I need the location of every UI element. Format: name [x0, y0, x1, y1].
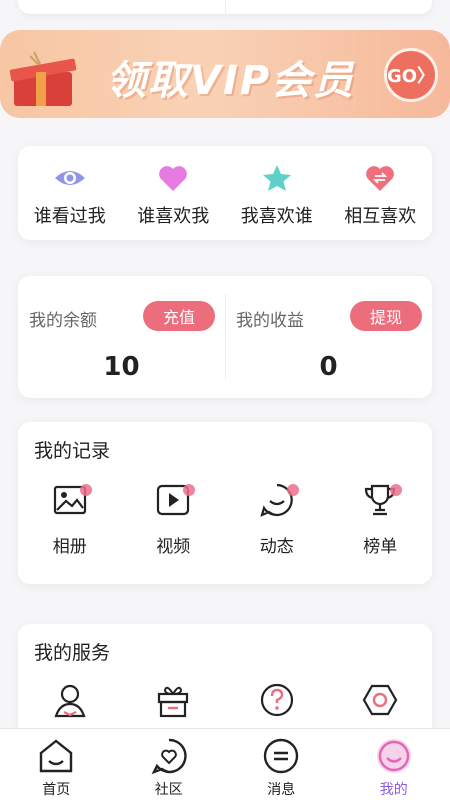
service-gift[interactable]: [122, 682, 226, 718]
tab-label: 消息: [267, 782, 296, 798]
badge-dot: [183, 484, 196, 496]
album-icon: [52, 482, 92, 518]
quick-links-card: 谁看过我 谁喜欢我 我喜欢谁 相互喜欢: [18, 146, 432, 240]
earnings-value: 0: [319, 352, 338, 382]
moments-icon: [259, 482, 299, 518]
quick-link-i-like[interactable]: 我喜欢谁: [225, 146, 329, 240]
record-album[interactable]: 相册: [18, 482, 122, 557]
record-leaderboard[interactable]: 榜单: [329, 482, 433, 557]
star-icon: [260, 164, 294, 192]
record-label: 动态: [259, 537, 294, 557]
tab-label: 社区: [154, 782, 183, 798]
heart-icon: [156, 164, 190, 192]
gift-box-icon: [155, 682, 191, 718]
services-title: 我的服务: [34, 642, 111, 664]
quick-link-label: 相互喜欢: [344, 206, 417, 227]
tab-me[interactable]: 我的: [338, 729, 450, 800]
quick-link-who-viewed-me[interactable]: 谁看过我: [18, 146, 122, 240]
settings-icon: [362, 682, 398, 718]
previous-card: [18, 0, 432, 14]
home-icon: [40, 739, 73, 773]
balance-value: 10: [103, 352, 140, 382]
mutual-heart-icon: [363, 164, 397, 192]
go-button[interactable]: GO〉: [384, 48, 438, 102]
record-label: 视频: [156, 537, 191, 557]
record-video[interactable]: 视频: [122, 482, 226, 557]
record-label: 榜单: [363, 537, 398, 557]
bottom-tab-bar: 首页 社区 消息 我的: [0, 728, 450, 800]
trophy-icon: [362, 482, 403, 518]
gift-box-illustration: [9, 51, 77, 106]
tab-messages[interactable]: 消息: [225, 729, 338, 800]
tab-community[interactable]: 社区: [113, 729, 226, 800]
quick-link-label: 我喜欢谁: [240, 206, 313, 227]
tab-home[interactable]: 首页: [0, 729, 113, 800]
eye-icon: [53, 164, 87, 192]
quick-link-label: 谁看过我: [33, 206, 106, 227]
help-icon: [259, 682, 295, 718]
withdraw-button[interactable]: 提现: [350, 301, 422, 331]
service-profile[interactable]: [18, 682, 122, 718]
service-settings[interactable]: [329, 682, 433, 718]
earnings-label: 我的收益: [236, 311, 304, 331]
quick-link-mutual-like[interactable]: 相互喜欢: [329, 146, 433, 240]
badge-dot: [390, 484, 403, 496]
badge-dot: [79, 484, 92, 496]
tab-label: 首页: [42, 782, 71, 798]
record-label: 相册: [52, 537, 87, 557]
video-icon: [155, 482, 196, 518]
tab-label: 我的: [379, 782, 408, 798]
recharge-button[interactable]: 充值: [143, 301, 215, 331]
my-records-card: 我的记录 相册 视频 动态 榜单: [18, 422, 432, 584]
earnings-section: 我的收益 提现 0: [225, 276, 432, 398]
community-icon: [151, 738, 187, 775]
balance-section: 我的余额 充值 10: [18, 276, 225, 398]
profile-tab-icon: [376, 739, 411, 773]
vip-banner[interactable]: 领取VIP会员 GO〉: [0, 30, 450, 118]
record-moments[interactable]: 动态: [225, 482, 329, 557]
wallet-card: 我的余额 充值 10 我的收益 提现 0: [18, 276, 432, 398]
quick-link-label: 谁喜欢我: [137, 206, 210, 227]
quick-link-who-likes-me[interactable]: 谁喜欢我: [122, 146, 226, 240]
badge-dot: [286, 484, 299, 496]
vip-banner-title: 领取VIP会员: [106, 58, 356, 104]
records-title: 我的记录: [34, 440, 111, 462]
profile-icon: [52, 682, 88, 718]
service-help[interactable]: [225, 682, 329, 718]
message-icon: [264, 738, 299, 774]
balance-label: 我的余额: [29, 311, 97, 331]
